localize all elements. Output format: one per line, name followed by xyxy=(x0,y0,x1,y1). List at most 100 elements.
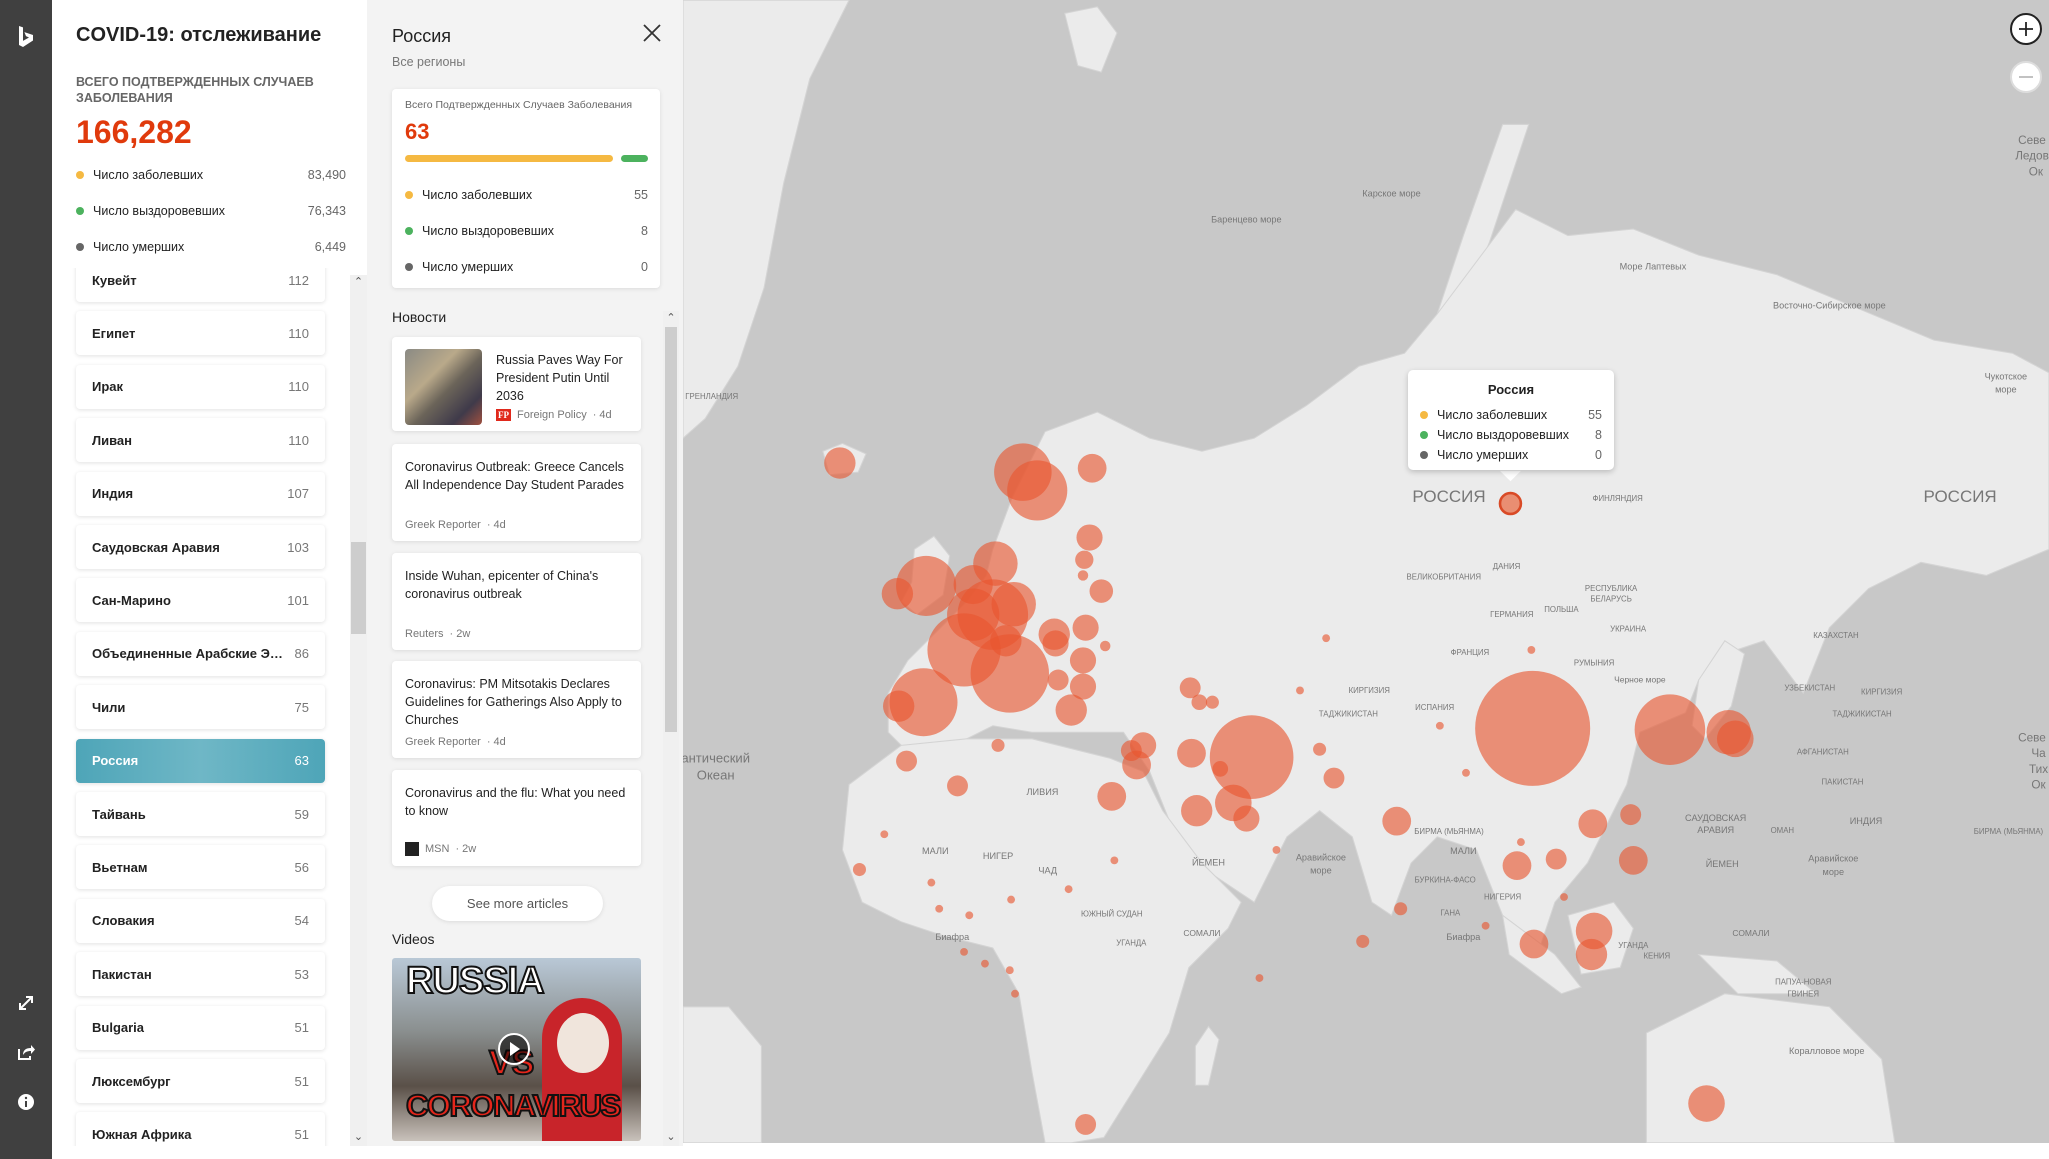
case-bubble[interactable] xyxy=(1394,902,1408,916)
case-bubble[interactable] xyxy=(1519,929,1549,959)
news-card[interactable]: Coronavirus Outbreak: Greece Cancels All… xyxy=(392,444,641,541)
country-list-item[interactable]: Объединенные Арабские Эмираты 86 xyxy=(76,631,325,676)
case-bubble[interactable] xyxy=(1077,570,1089,581)
info-icon[interactable] xyxy=(12,1088,40,1116)
case-bubble[interactable] xyxy=(881,578,914,610)
country-list-item[interactable]: Пакистан 53 xyxy=(76,952,325,997)
country-list-item[interactable]: Чили 75 xyxy=(76,685,325,730)
news-scrollbar[interactable]: ⌃ ⌄ xyxy=(663,311,679,1146)
zoom-out-button[interactable] xyxy=(2010,61,2042,93)
case-bubble[interactable] xyxy=(1545,848,1567,870)
case-bubble[interactable] xyxy=(1323,767,1345,789)
case-bubble[interactable] xyxy=(991,738,1005,752)
expand-icon[interactable] xyxy=(12,989,40,1017)
case-bubble[interactable] xyxy=(1313,742,1327,756)
scrollbar-thumb[interactable] xyxy=(351,542,366,634)
case-bubble[interactable] xyxy=(981,959,989,968)
case-bubble[interactable] xyxy=(824,447,856,479)
country-list-item[interactable]: Люксембург 51 xyxy=(76,1059,325,1103)
country-list-item[interactable]: Словакия 54 xyxy=(76,898,325,943)
case-bubble[interactable] xyxy=(1011,989,1019,998)
country-list-scrollbar[interactable]: ⌃ ⌄ xyxy=(350,275,367,1146)
case-bubble[interactable] xyxy=(1205,695,1219,709)
case-bubble[interactable] xyxy=(960,947,968,956)
case-bubble[interactable] xyxy=(1076,524,1103,551)
case-bubble[interactable] xyxy=(1077,453,1107,483)
bing-logo-icon[interactable] xyxy=(12,23,40,51)
case-bubble[interactable] xyxy=(896,750,917,772)
case-bubble[interactable] xyxy=(1618,846,1648,875)
case-bubble[interactable] xyxy=(1233,805,1260,832)
country-list-item[interactable]: Кувейт 112 xyxy=(76,268,325,302)
case-bubble[interactable] xyxy=(1097,781,1127,811)
video-thumbnail[interactable]: RUSSIA VS CORONAVIRUS xyxy=(392,958,641,1141)
case-bubble[interactable] xyxy=(1575,938,1608,971)
scroll-down-icon[interactable]: ⌄ xyxy=(350,1130,367,1146)
case-bubble[interactable] xyxy=(927,878,936,887)
case-bubble[interactable] xyxy=(1069,647,1097,674)
close-icon[interactable] xyxy=(641,22,663,44)
news-card[interactable]: Inside Wuhan, epicenter of China's coron… xyxy=(392,553,641,650)
country-list-item[interactable]: Тайвань 59 xyxy=(76,792,325,836)
case-bubble[interactable] xyxy=(1177,738,1206,768)
case-bubble[interactable] xyxy=(1527,646,1536,654)
case-bubble[interactable] xyxy=(1255,974,1264,982)
case-bubble[interactable] xyxy=(1005,966,1014,975)
case-bubble[interactable] xyxy=(1296,686,1304,695)
case-bubble[interactable] xyxy=(970,634,1050,713)
case-bubble[interactable] xyxy=(1007,460,1068,521)
world-map[interactable]: Карское море Баренцево море Море Лаптевых В… xyxy=(683,0,2049,1143)
country-list-item[interactable]: Сан-Марино 101 xyxy=(76,578,325,623)
case-bubble[interactable] xyxy=(1502,851,1532,880)
case-bubble[interactable] xyxy=(1322,634,1331,643)
news-card[interactable]: Russia Paves Way For President Putin Unt… xyxy=(392,337,641,431)
country-list-item[interactable]: Южная Африка 51 xyxy=(76,1112,325,1146)
case-bubble[interactable] xyxy=(935,904,944,913)
case-bubble[interactable] xyxy=(1475,670,1591,786)
case-bubble[interactable] xyxy=(1072,614,1099,641)
play-icon[interactable] xyxy=(498,1033,530,1065)
case-bubble[interactable] xyxy=(1212,761,1229,777)
country-list-item[interactable]: Индия 107 xyxy=(76,471,325,516)
case-bubble[interactable] xyxy=(1064,885,1073,894)
map-canvas[interactable]: Карское море Баренцево море Море Лаптевых В… xyxy=(683,0,2049,1143)
case-bubble[interactable] xyxy=(1209,715,1294,799)
case-bubble[interactable] xyxy=(1075,550,1094,569)
case-bubble[interactable] xyxy=(1560,893,1568,901)
case-bubble[interactable] xyxy=(1042,630,1069,657)
case-bubble[interactable] xyxy=(1110,856,1119,865)
scroll-down-icon[interactable]: ⌄ xyxy=(663,1130,679,1144)
country-list-item[interactable]: Ливан 110 xyxy=(76,418,325,463)
case-bubble[interactable] xyxy=(1620,804,1642,826)
case-bubble[interactable] xyxy=(1481,921,1490,930)
case-bubble[interactable] xyxy=(1516,838,1525,847)
case-bubble[interactable] xyxy=(852,863,867,877)
case-bubble[interactable] xyxy=(1272,846,1281,854)
case-bubble[interactable] xyxy=(880,830,889,839)
case-bubble[interactable] xyxy=(1055,694,1087,726)
country-list-item[interactable]: Саудовская Аравия 103 xyxy=(76,525,325,569)
case-bubble[interactable] xyxy=(965,911,974,920)
case-bubble[interactable] xyxy=(1634,694,1706,765)
case-bubble[interactable] xyxy=(947,588,1000,641)
scrollbar-thumb[interactable] xyxy=(665,327,677,732)
russia-bubble-selected[interactable] xyxy=(1498,491,1523,516)
case-bubble[interactable] xyxy=(882,690,915,722)
case-bubble[interactable] xyxy=(947,775,968,797)
country-list-item[interactable]: Вьетнам 56 xyxy=(76,845,325,890)
see-more-articles-button[interactable]: See more articles xyxy=(432,886,603,921)
region-selector[interactable]: Все регионы xyxy=(392,55,465,69)
case-bubble[interactable] xyxy=(1075,1113,1097,1135)
country-list-item[interactable]: Египет 110 xyxy=(76,311,325,356)
case-bubble[interactable] xyxy=(1181,795,1213,827)
case-bubble[interactable] xyxy=(1122,750,1151,780)
scroll-up-icon[interactable]: ⌃ xyxy=(350,275,367,291)
country-list-item[interactable]: Bulgaria 51 xyxy=(76,1005,325,1050)
case-bubble[interactable] xyxy=(1007,895,1016,904)
case-bubble[interactable] xyxy=(1089,579,1114,603)
case-bubble[interactable] xyxy=(1688,1085,1725,1122)
scroll-up-icon[interactable]: ⌃ xyxy=(663,311,679,325)
case-bubble[interactable] xyxy=(1716,720,1754,758)
country-list-item[interactable]: Россия 63 xyxy=(76,738,325,783)
case-bubble[interactable] xyxy=(1578,809,1608,839)
